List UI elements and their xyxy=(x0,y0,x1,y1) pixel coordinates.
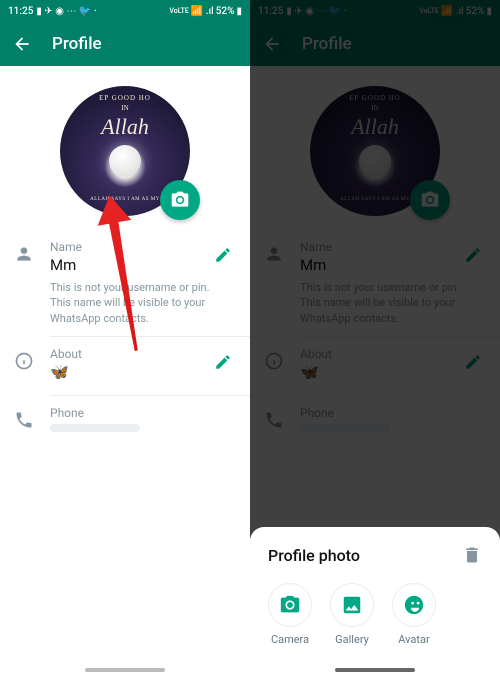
app-header: Profile xyxy=(0,22,250,66)
phone-value-redacted xyxy=(50,424,140,432)
signal-icon: 📶 .ıl xyxy=(191,6,214,17)
option-avatar-label: Avatar xyxy=(398,633,429,646)
nav-pill[interactable] xyxy=(85,668,165,672)
delete-icon[interactable] xyxy=(462,545,482,565)
nav-pill[interactable] xyxy=(335,668,415,672)
back-icon[interactable] xyxy=(12,34,32,54)
profile-photo-sheet: Profile photo Camera Gallery xyxy=(250,527,500,676)
left-pane: 11:25 ▮ ✈ ◉ ⋯ 🐦 · VoLTE 📶 .ıl 52% ▮ Prof… xyxy=(0,0,250,676)
status-bar: 11:25 ▮ ✈ ◉ ⋯ 🐦 · VoLTE 📶 .ıl 52% ▮ xyxy=(0,0,250,22)
option-camera[interactable]: Camera xyxy=(268,583,312,646)
battery-pct: 52% xyxy=(216,6,235,17)
status-signal: VoLTE xyxy=(169,7,188,15)
right-pane: 11:25 ▮ ✈ ◉ ⋯ 🐦 · VoLTE 📶 .ıl 52% ▮ Prof… xyxy=(250,0,500,676)
name-label: Name xyxy=(50,240,214,254)
change-photo-button[interactable] xyxy=(160,180,200,220)
camera-icon xyxy=(279,594,301,616)
option-camera-label: Camera xyxy=(271,633,309,646)
option-gallery-label: Gallery xyxy=(335,633,369,646)
edit-icon[interactable] xyxy=(214,246,232,264)
option-gallery[interactable]: Gallery xyxy=(330,583,374,646)
gallery-icon xyxy=(341,594,363,616)
pic-main-text: Allah xyxy=(60,114,190,140)
header-title: Profile xyxy=(52,34,102,54)
pic-in-text: IN xyxy=(60,104,190,112)
avatar-icon xyxy=(403,594,425,616)
option-avatar[interactable]: Avatar xyxy=(392,583,436,646)
phone-label: Phone xyxy=(50,406,232,420)
name-section[interactable]: Name Mm This is not your username or pin… xyxy=(0,230,250,336)
sheet-title: Profile photo xyxy=(268,546,360,565)
battery-icon: ▮ xyxy=(236,6,242,17)
about-section[interactable]: About 🦋 xyxy=(0,337,250,395)
edit-icon[interactable] xyxy=(214,353,232,371)
about-value: 🦋 xyxy=(50,363,214,381)
camera-icon xyxy=(170,190,190,210)
moon-graphic xyxy=(109,145,141,177)
info-icon xyxy=(14,351,34,371)
phone-icon xyxy=(14,410,34,430)
phone-section[interactable]: Phone xyxy=(0,396,250,454)
pic-top-text: EP GOOD HO xyxy=(60,94,190,102)
name-value: Mm xyxy=(50,256,214,274)
status-time: 11:25 xyxy=(8,6,33,17)
person-icon xyxy=(14,244,34,264)
about-label: About xyxy=(50,347,214,361)
status-icons-left: ▮ ✈ ◉ ⋯ 🐦 · xyxy=(36,6,96,17)
profile-picture-area: EP GOOD HO IN Allah ALLAH SAYS I AM AS M… xyxy=(0,66,250,230)
name-helper: This is not your username or pin. This n… xyxy=(50,280,214,326)
